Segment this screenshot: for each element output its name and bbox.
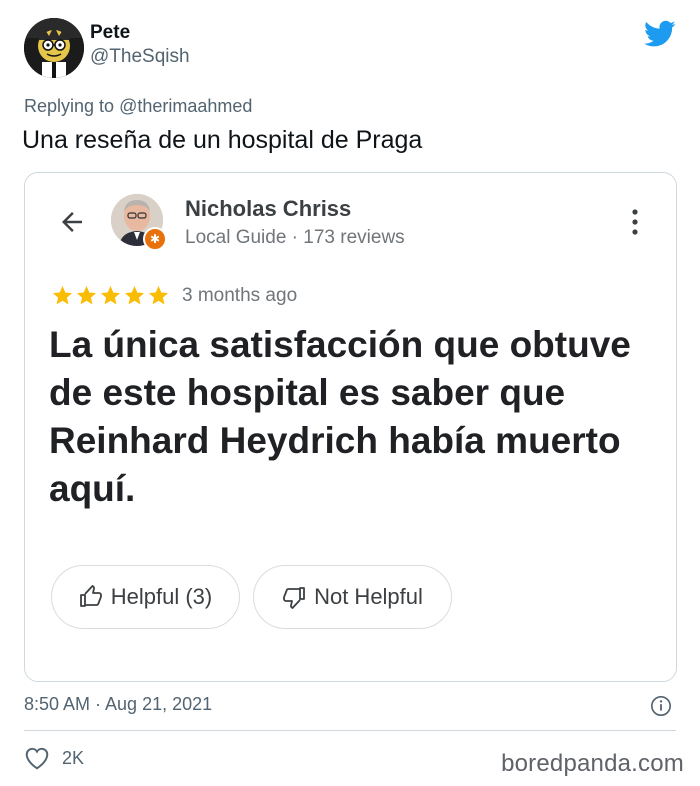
more-vert-icon[interactable] bbox=[630, 207, 640, 237]
tweet-timestamp[interactable]: 8:50 AM · Aug 21, 2021 bbox=[24, 694, 212, 715]
tweet-text: Una reseña de un hospital de Praga bbox=[22, 126, 423, 154]
author-handle[interactable]: @TheSqish bbox=[90, 45, 190, 69]
star-icon bbox=[52, 285, 73, 305]
local-guide-badge-icon: ✱ bbox=[143, 227, 167, 251]
like-count: 2K bbox=[62, 747, 85, 768]
tweet-header: Pete @TheSqish bbox=[24, 18, 190, 78]
star-icon bbox=[76, 285, 97, 305]
thumbs-down-icon bbox=[283, 587, 305, 609]
author-name[interactable]: Pete bbox=[90, 21, 190, 45]
replying-to-handle[interactable]: @therimaahmed bbox=[119, 96, 252, 116]
watermark: boredpanda.com bbox=[501, 750, 684, 777]
star-icon bbox=[124, 285, 145, 305]
not-helpful-label: Not Helpful bbox=[314, 584, 423, 609]
reviewer-meta: Local Guide · 173 reviews bbox=[185, 227, 405, 248]
divider bbox=[24, 730, 676, 731]
replying-prefix: Replying to bbox=[24, 96, 120, 116]
star-icon bbox=[148, 285, 169, 305]
star-rating bbox=[51, 284, 170, 307]
review-age: 3 months ago bbox=[182, 284, 298, 306]
review-screenshot-card[interactable]: ✱ Nicholas Chriss Local Guide · 173 revi… bbox=[24, 172, 677, 682]
rating-row: 3 months ago bbox=[51, 284, 297, 307]
author-avatar[interactable] bbox=[24, 18, 84, 78]
helpful-button[interactable]: Helpful (3) bbox=[51, 565, 240, 629]
info-icon[interactable] bbox=[650, 695, 672, 717]
like-action[interactable]: 2K bbox=[24, 746, 84, 770]
review-text: La única satisfacción que obtuve de este… bbox=[49, 324, 631, 509]
thumbs-up-icon bbox=[79, 585, 102, 607]
replying-to-line: Replying to @therimaahmed bbox=[24, 96, 252, 117]
helpful-label: Helpful (3) bbox=[110, 584, 213, 609]
not-helpful-button[interactable]: Not Helpful bbox=[253, 565, 452, 629]
twitter-bird-icon[interactable] bbox=[644, 20, 676, 48]
reviewer-name[interactable]: Nicholas Chriss bbox=[185, 195, 351, 223]
heart-icon[interactable] bbox=[24, 746, 50, 770]
back-arrow-icon[interactable] bbox=[57, 207, 87, 237]
star-icon bbox=[100, 285, 121, 305]
